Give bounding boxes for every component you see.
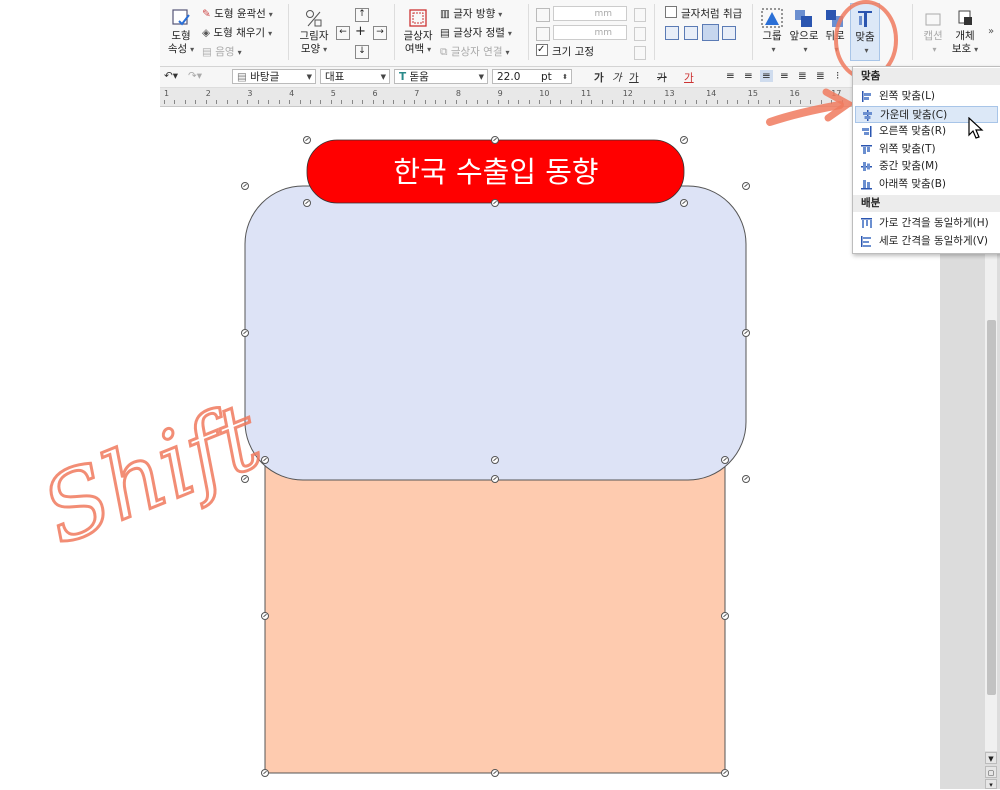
align-bottom-icon — [861, 179, 872, 189]
align-middle-icon — [861, 162, 872, 171]
align-left-icon — [862, 91, 871, 102]
scrollbar-thumb[interactable] — [987, 320, 996, 695]
dropdown-item-align-middle[interactable]: 중간 맞춤(M) — [855, 158, 998, 175]
dropdown-item-align-bottom[interactable]: 아래쪽 맞춤(B) — [855, 176, 998, 193]
dropdown-item-label: 중간 맞춤(M) — [879, 160, 939, 172]
align-right-icon — [862, 126, 872, 137]
dropdown-item-align-top[interactable]: 위쪽 맞춤(T) — [855, 141, 998, 158]
dropdown-item-label: 가운데 맞춤(C) — [880, 108, 948, 121]
mouse-cursor-icon — [968, 117, 984, 139]
page-down-icon[interactable]: ▾ — [985, 779, 997, 789]
dropdown-item-label: 오른쪽 맞춤(R) — [879, 125, 947, 137]
blue-rounded-rectangle[interactable] — [244, 185, 747, 481]
resize-handle[interactable] — [721, 612, 729, 620]
dropdown-item-label: 가로 간격을 동일하게(H) — [879, 217, 989, 229]
page-up-icon[interactable]: ▢ — [985, 766, 997, 778]
resize-handle[interactable] — [742, 182, 750, 190]
resize-handle[interactable] — [721, 769, 729, 777]
resize-handle[interactable] — [742, 475, 750, 483]
dropdown-item-label: 아래쪽 맞춤(B) — [879, 177, 947, 190]
resize-handle[interactable] — [680, 199, 688, 207]
resize-handle[interactable] — [491, 199, 499, 207]
resize-handle[interactable] — [241, 329, 249, 337]
resize-handle[interactable] — [261, 456, 269, 464]
align-center-icon — [863, 109, 872, 121]
resize-handle[interactable] — [721, 456, 729, 464]
resize-handle[interactable] — [261, 612, 269, 620]
dropdown-item-label: 왼쪽 맞춤(L) — [879, 90, 936, 102]
resize-handle[interactable] — [241, 475, 249, 483]
dropdown-section-header: 배분 — [853, 195, 1000, 212]
dropdown-item-label: 위쪽 맞춤(T) — [879, 142, 936, 155]
distribute-horizontal-icon — [861, 218, 872, 228]
dropdown-header: 맞춤 — [853, 68, 1000, 85]
resize-handle[interactable] — [491, 769, 499, 777]
dropdown-item-distribute-horizontal[interactable]: 가로 간격을 동일하게(H) — [855, 215, 998, 232]
resize-handle[interactable] — [491, 136, 499, 144]
dropdown-item-align-left[interactable]: 왼쪽 맞춤(L) — [855, 88, 998, 105]
resize-handle[interactable] — [241, 182, 249, 190]
resize-handle[interactable] — [491, 475, 499, 483]
resize-handle[interactable] — [680, 136, 688, 144]
dropdown-item-label: 세로 간격을 동일하게(V) — [879, 234, 988, 247]
scroll-down-icon[interactable]: ▼ — [985, 752, 997, 764]
resize-handle[interactable] — [491, 456, 499, 464]
resize-handle[interactable] — [303, 199, 311, 207]
resize-handle[interactable] — [742, 329, 750, 337]
document-canvas: 한국 수출입 동향 Shift — [27, 0, 898, 774]
align-dropdown-menu: 맞춤 왼쪽 맞춤(L) 가운데 맞춤(C) 오른쪽 맞춤(R) 위쪽 맞춤(T) 중간 … — [852, 66, 1000, 254]
resize-handle[interactable] — [261, 769, 269, 777]
align-top-icon — [861, 144, 872, 154]
dropdown-item-distribute-vertical[interactable]: 세로 간격을 동일하게(V) — [855, 233, 998, 250]
distribute-vertical-icon — [861, 235, 871, 247]
shift-annotation: Shift — [28, 382, 276, 565]
resize-handle[interactable] — [303, 136, 311, 144]
title-text: 한국 수출입 동향 — [393, 155, 598, 189]
